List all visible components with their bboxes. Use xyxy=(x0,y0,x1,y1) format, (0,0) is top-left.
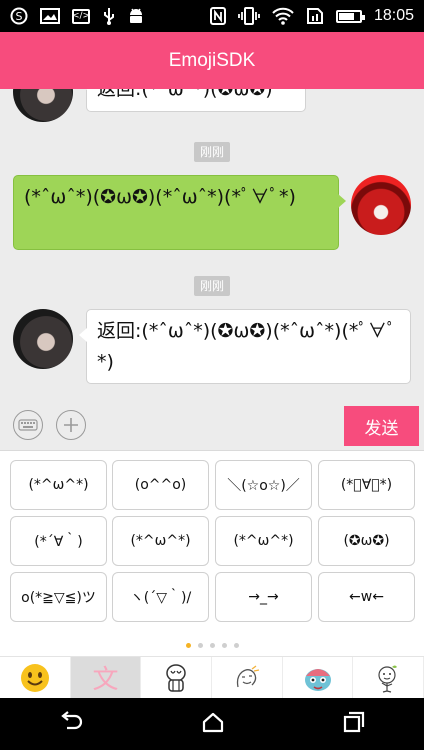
message-bubble-incoming[interactable]: 返回:(*ˆωˆ*)(✪ω✪)(*ˆωˆ*)(*ﾟ∀ﾟ*) xyxy=(79,309,411,384)
emoji-key[interactable]: →_→ xyxy=(215,572,312,622)
emoji-panel: (*^ω^*) (o^^o) ＼(☆o☆)／ (*ﾟ∀ﾟ*) (*´∀｀) (*… xyxy=(0,451,424,656)
emoji-key[interactable]: (*ﾟ∀ﾟ*) xyxy=(318,460,415,510)
message-text: (*ˆωˆ*)(✪ω✪)(*ˆωˆ*)(*ﾟ∀ﾟ*) xyxy=(24,186,296,208)
category-bar: 文 xyxy=(0,656,424,698)
recents-icon[interactable] xyxy=(343,711,365,737)
avatar[interactable] xyxy=(351,175,411,235)
page-dot[interactable] xyxy=(209,643,215,648)
category-tab-emoji[interactable] xyxy=(0,657,71,698)
sticker-4-icon xyxy=(378,665,398,693)
message-bubble-incoming[interactable]: 返回:(*ˆωˆ*)(✪ω✪) xyxy=(79,89,306,112)
category-tab-sticker-2[interactable] xyxy=(212,657,283,698)
vibrate-icon xyxy=(238,7,260,25)
emoji-key[interactable]: ヽ(´▽｀)/ xyxy=(112,572,209,622)
category-tab-sticker-1[interactable] xyxy=(141,657,213,698)
emoji-face-icon xyxy=(20,663,49,692)
message-text: 返回:(*ˆωˆ*)(✪ω✪)(*ˆωˆ*)(*ﾟ∀ﾟ*) xyxy=(97,320,397,373)
s-circle-icon: S xyxy=(10,7,28,25)
emoji-key[interactable]: (*^ω^*) xyxy=(215,516,312,566)
page-indicator xyxy=(0,643,424,651)
avatar[interactable] xyxy=(13,89,73,122)
text-emoticon-icon: 文 xyxy=(92,665,119,695)
emoji-key[interactable]: (o^^o) xyxy=(112,460,209,510)
keyboard-icon[interactable] xyxy=(13,410,43,440)
category-tab-text[interactable]: 文 xyxy=(70,657,142,698)
emoji-key[interactable]: (*^ω^*) xyxy=(112,516,209,566)
send-button[interactable]: 发送 xyxy=(344,406,419,446)
navigation-bar xyxy=(0,698,424,750)
category-tab-sticker-4[interactable] xyxy=(353,657,424,698)
android-icon xyxy=(128,7,144,25)
message-timestamp: 刚刚 xyxy=(194,142,231,162)
sticker-3-icon xyxy=(304,668,331,691)
page-dot[interactable] xyxy=(233,643,239,648)
usb-icon xyxy=(102,7,116,25)
battery-icon xyxy=(335,9,365,23)
status-left: S </> xyxy=(10,7,144,25)
code-icon: </> xyxy=(72,8,90,24)
nfc-icon xyxy=(209,7,226,25)
app-title: EmojiSDK xyxy=(168,49,256,71)
input-bar: 发送 xyxy=(0,401,424,451)
page-dot[interactable] xyxy=(185,643,191,648)
page-dot[interactable] xyxy=(197,643,203,648)
back-icon[interactable] xyxy=(59,711,83,737)
avatar[interactable] xyxy=(13,309,73,369)
status-right: 18:05 xyxy=(209,7,414,25)
sticker-1-icon xyxy=(166,663,186,692)
message-timestamp: 刚刚 xyxy=(194,276,231,296)
emoji-key[interactable]: ＼(☆o☆)／ xyxy=(215,460,312,510)
sim-icon xyxy=(306,7,324,25)
sticker-2-icon xyxy=(236,664,259,687)
wifi-icon xyxy=(272,7,294,25)
chat-area[interactable]: 返回:(*ˆωˆ*)(✪ω✪) 刚刚 (*ˆωˆ*)(✪ω✪)(*ˆωˆ*)(*… xyxy=(0,89,424,401)
image-icon xyxy=(40,8,60,24)
app-bar: EmojiSDK xyxy=(0,32,424,89)
message-bubble-outgoing[interactable]: (*ˆωˆ*)(✪ω✪)(*ˆωˆ*)(*ﾟ∀ﾟ*) xyxy=(13,175,346,250)
svg-text:S: S xyxy=(16,10,23,23)
home-icon[interactable] xyxy=(202,711,224,737)
message-text: 返回:(*ˆωˆ*)(✪ω✪) xyxy=(97,89,273,100)
status-bar: S </> 18:05 xyxy=(0,0,424,32)
emoji-key[interactable]: ←w← xyxy=(318,572,415,622)
status-time: 18:05 xyxy=(373,7,414,24)
emoji-key[interactable]: (*´∀｀) xyxy=(10,516,107,566)
emoji-key[interactable]: o(*≧▽≦)ツ xyxy=(10,572,107,622)
plus-icon[interactable] xyxy=(56,410,86,440)
page-dot[interactable] xyxy=(221,643,227,648)
emoji-key[interactable]: (✪ω✪) xyxy=(318,516,415,566)
category-tab-sticker-3[interactable] xyxy=(283,657,354,698)
emoji-key[interactable]: (*^ω^*) xyxy=(10,460,107,510)
